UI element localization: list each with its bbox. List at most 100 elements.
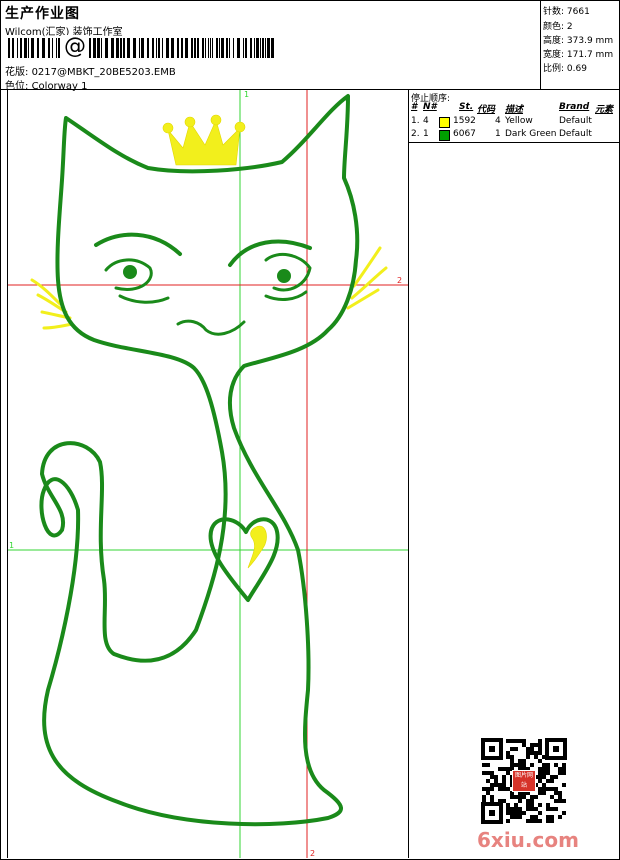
qr-module — [502, 767, 506, 771]
qr-module — [490, 775, 494, 779]
qr-module — [518, 811, 522, 815]
at-mark: @ — [62, 34, 88, 59]
qr-module — [506, 803, 510, 807]
barcode-bar — [271, 38, 274, 58]
col-code: 代码 — [477, 105, 496, 115]
barcode-bar — [120, 38, 122, 58]
right-cheek-line — [264, 290, 308, 301]
qr-module — [486, 763, 490, 767]
qr-module — [542, 767, 546, 771]
barcode-bar — [127, 38, 130, 58]
barcode-bar — [191, 38, 193, 58]
color-row: 2. 1 6067 1 Dark Green Default — [409, 129, 619, 142]
qr-module — [514, 815, 518, 819]
row-stitches: 1592 — [453, 116, 476, 126]
col-n: N# — [423, 102, 437, 112]
barcode-bar — [219, 38, 220, 58]
qr-module — [546, 819, 550, 823]
yellow-stitch-group — [162, 114, 267, 569]
barcode-bar — [212, 38, 213, 58]
qr-module — [550, 815, 554, 819]
qr-module — [526, 819, 530, 823]
left-cheek-line — [118, 294, 170, 304]
barcode-bar — [194, 38, 196, 58]
barcode-bar — [147, 38, 149, 58]
barcode-bar — [89, 38, 91, 58]
barcode-bar — [221, 38, 224, 58]
qr-module — [506, 739, 510, 743]
qr-module — [554, 775, 558, 779]
barcode-bar — [256, 38, 259, 58]
guide-label-red-bottom: 2 — [310, 849, 315, 858]
barcode-bar — [37, 38, 39, 58]
qr-module — [486, 771, 490, 775]
qr-module — [514, 747, 518, 751]
qr-module — [534, 743, 538, 747]
col-brand: Brand — [559, 102, 590, 112]
stat-scale: 比例: 0.69 — [543, 61, 587, 74]
guide-label-green-left: 1 — [9, 541, 14, 550]
qr-module — [538, 767, 542, 771]
heart-outline — [208, 517, 280, 602]
red-seal-stamp: 图片网站 — [512, 770, 536, 792]
qr-module — [558, 795, 562, 799]
qr-module — [514, 803, 518, 807]
qr-module — [506, 755, 510, 759]
qr-module — [514, 811, 518, 815]
qr-module — [538, 779, 542, 783]
heart-highlight — [247, 525, 267, 569]
qr-module — [558, 791, 562, 795]
row-desc: Yellow — [505, 116, 533, 126]
row-stitches: 6067 — [453, 129, 476, 139]
row-code: 4 — [495, 116, 501, 126]
barcode-bar — [208, 38, 209, 58]
panel-divider — [409, 142, 619, 143]
row-code: 1 — [495, 129, 501, 139]
qr-module — [506, 811, 510, 815]
barcode-bar — [48, 38, 50, 58]
qr-module — [542, 787, 546, 791]
qr-module — [530, 751, 534, 755]
qr-module — [538, 811, 542, 815]
barcode-bar — [12, 38, 14, 58]
barcode-bar — [158, 38, 160, 58]
qr-module — [546, 763, 550, 767]
qr-module — [518, 799, 522, 803]
qr-module — [510, 747, 514, 751]
whiskers — [30, 246, 388, 330]
qr-module — [546, 767, 550, 771]
col-num: # — [411, 102, 418, 112]
barcode-bar — [237, 38, 240, 58]
barcode-bar — [52, 38, 53, 58]
whisker-left-4 — [42, 322, 74, 330]
barcode-bar — [17, 38, 18, 58]
qr-module — [530, 747, 534, 751]
qr-module — [490, 783, 494, 787]
qr-module — [502, 783, 506, 787]
stat-width: 宽度: 171.7 mm — [543, 47, 613, 60]
qr-module — [550, 787, 554, 791]
qr-module — [542, 771, 546, 775]
nose-mouth — [176, 319, 246, 336]
stat-value: 2 — [566, 22, 573, 32]
barcode-bar — [162, 38, 163, 58]
crown-jewel-left — [162, 122, 174, 134]
qr-module — [542, 791, 546, 795]
barcode-bar — [24, 38, 27, 58]
qr-module — [502, 787, 506, 791]
left-eye-pupil — [123, 265, 137, 279]
left-brow — [94, 232, 182, 256]
qr-module — [510, 795, 514, 799]
qr-module — [482, 787, 486, 791]
col-st: St. — [459, 102, 474, 112]
barcode-bar — [260, 38, 261, 58]
stat-label: 比例: — [543, 64, 565, 74]
color-swatch — [439, 130, 450, 141]
stat-height: 高度: 373.9 mm — [543, 33, 613, 46]
qr-module — [498, 787, 502, 791]
qr-module — [538, 743, 542, 747]
qr-module — [546, 787, 550, 791]
qr-module — [506, 771, 510, 775]
qr-module — [514, 795, 518, 799]
qr-module — [546, 807, 550, 811]
